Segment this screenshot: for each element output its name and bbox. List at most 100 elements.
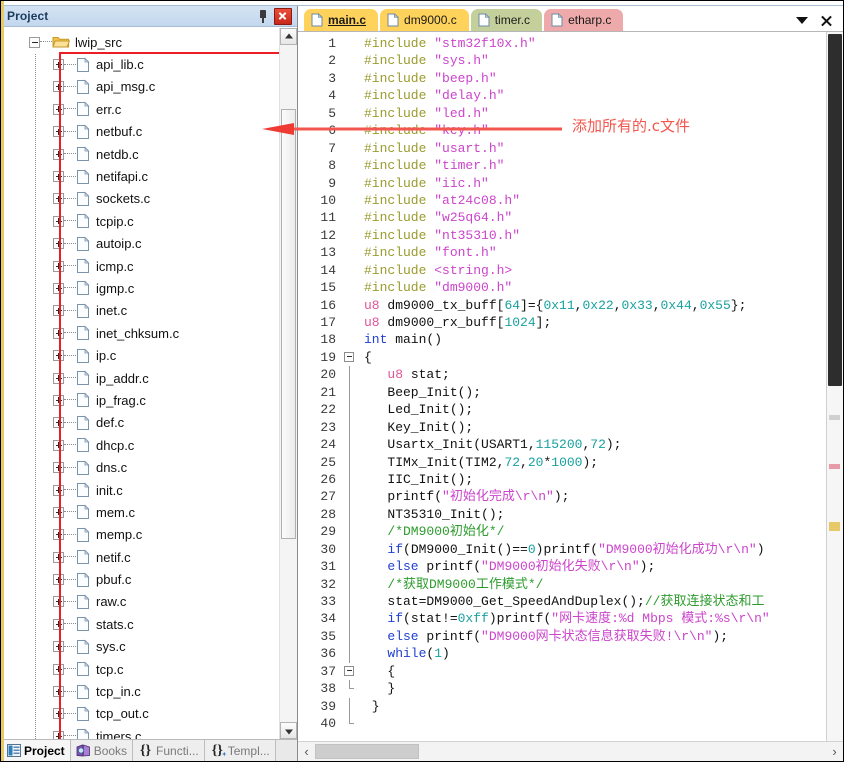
expand-toggle-icon[interactable]	[53, 506, 64, 518]
code-line[interactable]: 20 u8 stat;	[298, 366, 826, 384]
expand-toggle-icon[interactable]	[53, 417, 64, 429]
expand-toggle-icon[interactable]	[53, 305, 64, 317]
expand-toggle-icon[interactable]	[53, 327, 64, 339]
code-line[interactable]: 16 u8 dm9000_tx_buff[64]={0x11,0x22,0x33,…	[298, 296, 826, 315]
code-line[interactable]: 35 else printf("DM9000网卡状态信息获取失败!\r\n");	[298, 627, 826, 646]
panel-tab-functi[interactable]: {} Functi...	[133, 740, 205, 761]
expand-toggle-icon[interactable]	[53, 462, 64, 474]
scrollbar-thumb[interactable]	[281, 109, 296, 539]
code-line[interactable]: 37 {	[298, 662, 826, 681]
scroll-up-arrow-icon[interactable]	[280, 28, 297, 45]
code-line[interactable]: 39 }	[298, 697, 826, 716]
code-line[interactable]: 34 if(stat!=0xff)printf("网卡速度:%d Mbps 模式…	[298, 610, 826, 628]
tree-node-file[interactable]: err.c	[1, 98, 279, 120]
editor-vertical-scrollbar[interactable]	[826, 32, 843, 741]
editor-tab-main-c[interactable]: main.c	[304, 9, 379, 31]
fold-toggle-icon[interactable]	[344, 665, 354, 676]
code-line[interactable]: 22 Led_Init();	[298, 401, 826, 419]
expand-toggle-icon[interactable]	[53, 551, 64, 563]
code-line[interactable]: 28 NT35310_Init();	[298, 505, 826, 524]
code-line[interactable]: 25 TIMx_Init(TIM2,72,20*1000);	[298, 453, 826, 471]
code-line[interactable]: 24 Usartx_Init(USART1,115200,72);	[298, 436, 826, 454]
editor-tab-etharp-c[interactable]: etharp.c	[544, 9, 624, 31]
tree-node-root[interactable]: lwip_src	[1, 31, 279, 53]
panel-tab-templ[interactable]: {} Templ...	[204, 740, 276, 761]
code-line[interactable]: 31 else printf("DM9000初始化失败\r\n");	[298, 558, 826, 576]
chevron-down-icon[interactable]	[796, 17, 808, 24]
scroll-down-arrow-icon[interactable]	[280, 722, 297, 739]
code-line[interactable]: 12 #include "nt35310.h"	[298, 226, 826, 245]
tree-node-file[interactable]: dhcp.c	[1, 434, 279, 456]
tree-node-file[interactable]: tcp.c	[1, 658, 279, 680]
code-line[interactable]: 6 #include "key.h"	[298, 122, 826, 140]
panel-tab-project[interactable]: Project	[1, 740, 71, 761]
code-line[interactable]: 1 #include "stm32f10x.h"	[298, 35, 826, 53]
expand-toggle-icon[interactable]	[53, 730, 64, 739]
code-line[interactable]: 17 u8 dm9000_rx_buff[1024];	[298, 314, 826, 332]
project-tree-scroll-area[interactable]: lwip_src api_lib.c api_msg.c err.c netbuf.c n…	[1, 28, 279, 739]
code-line[interactable]: 5 #include "led.h"	[298, 104, 826, 123]
code-line[interactable]: 32 /*获取DM9000工作模式*/	[298, 575, 826, 594]
tree-node-file[interactable]: mem.c	[1, 501, 279, 523]
tree-node-file[interactable]: ip_frag.c	[1, 389, 279, 411]
expand-toggle-icon[interactable]	[53, 394, 64, 406]
tree-node-file[interactable]: autoip.c	[1, 233, 279, 255]
code-line[interactable]: 10 #include "at24c08.h"	[298, 191, 826, 210]
code-line[interactable]: 13 #include "font.h"	[298, 244, 826, 262]
code-line[interactable]: 7 #include "usart.h"	[298, 139, 826, 158]
panel-tab-books[interactable]: Books	[70, 740, 134, 761]
code-line[interactable]: 26 IIC_Init();	[298, 470, 826, 489]
code-line[interactable]: 23 Key_Init();	[298, 418, 826, 437]
tree-node-file[interactable]: tcp_out.c	[1, 703, 279, 725]
chevron-right-icon[interactable]: ›	[826, 742, 843, 761]
expand-toggle-icon[interactable]	[53, 574, 64, 586]
expand-toggle-icon[interactable]	[53, 238, 64, 250]
expand-toggle-icon[interactable]	[53, 596, 64, 608]
code-line[interactable]: 14 #include <string.h>	[298, 261, 826, 280]
tree-node-file[interactable]: timers.c	[1, 725, 279, 739]
expand-toggle-icon[interactable]	[53, 641, 64, 653]
tree-node-file[interactable]: netdb.c	[1, 143, 279, 165]
tree-node-file[interactable]: icmp.c	[1, 255, 279, 277]
code-line[interactable]: 27 printf("初始化完成\r\n");	[298, 488, 826, 506]
code-line[interactable]: 9 #include "iic.h"	[298, 174, 826, 192]
expand-toggle-icon[interactable]	[53, 126, 64, 138]
scrollbar-thumb[interactable]	[315, 744, 419, 759]
tree-node-file[interactable]: api_lib.c	[1, 53, 279, 75]
code-line[interactable]: 36 while(1)	[298, 645, 826, 663]
code-line[interactable]: 15 #include "dm9000.h"	[298, 279, 826, 297]
tree-node-file[interactable]: netif.c	[1, 546, 279, 568]
tree-node-file[interactable]: ip_addr.c	[1, 367, 279, 389]
expand-toggle-icon[interactable]	[53, 529, 64, 541]
tree-node-file[interactable]: dns.c	[1, 456, 279, 478]
tree-node-file[interactable]: inet_chksum.c	[1, 322, 279, 344]
code-scroll-area[interactable]: 1 #include "stm32f10x.h" 2 #include "sys.h"…	[298, 32, 826, 741]
tree-node-file[interactable]: stats.c	[1, 613, 279, 635]
tree-node-file[interactable]: sys.c	[1, 636, 279, 658]
tree-node-file[interactable]: igmp.c	[1, 277, 279, 299]
editor-tab-dm9000-c[interactable]: dm9000.c	[380, 9, 469, 31]
code-line[interactable]: 8 #include "timer.h"	[298, 157, 826, 175]
expand-toggle-icon[interactable]	[53, 171, 64, 183]
editor-horizontal-scrollbar[interactable]: ‹ ›	[298, 741, 843, 761]
source-code[interactable]: 1 #include "stm32f10x.h" 2 #include "sys.h"…	[298, 35, 826, 733]
code-line[interactable]: 38 }	[298, 680, 826, 698]
collapse-toggle-icon[interactable]	[29, 36, 40, 48]
expand-toggle-icon[interactable]	[53, 618, 64, 630]
scrollbar-thumb[interactable]	[828, 34, 842, 386]
expand-toggle-icon[interactable]	[53, 193, 64, 205]
editor-tab-timer-c[interactable]: timer.c	[470, 9, 543, 31]
tree-node-file[interactable]: sockets.c	[1, 188, 279, 210]
expand-toggle-icon[interactable]	[53, 350, 64, 362]
expand-toggle-icon[interactable]	[53, 708, 64, 720]
expand-toggle-icon[interactable]	[53, 282, 64, 294]
code-line[interactable]: 30 if(DM9000_Init()==0)printf("DM9000初始化…	[298, 540, 826, 559]
chevron-left-icon[interactable]: ‹	[298, 742, 315, 761]
tree-node-file[interactable]: init.c	[1, 479, 279, 501]
expand-toggle-icon[interactable]	[53, 148, 64, 160]
expand-toggle-icon[interactable]	[53, 439, 64, 451]
code-line[interactable]: 29 /*DM9000初始化*/	[298, 523, 826, 541]
code-line[interactable]: 3 #include "beep.h"	[298, 69, 826, 88]
code-line[interactable]: 4 #include "delay.h"	[298, 87, 826, 105]
expand-toggle-icon[interactable]	[53, 663, 64, 675]
